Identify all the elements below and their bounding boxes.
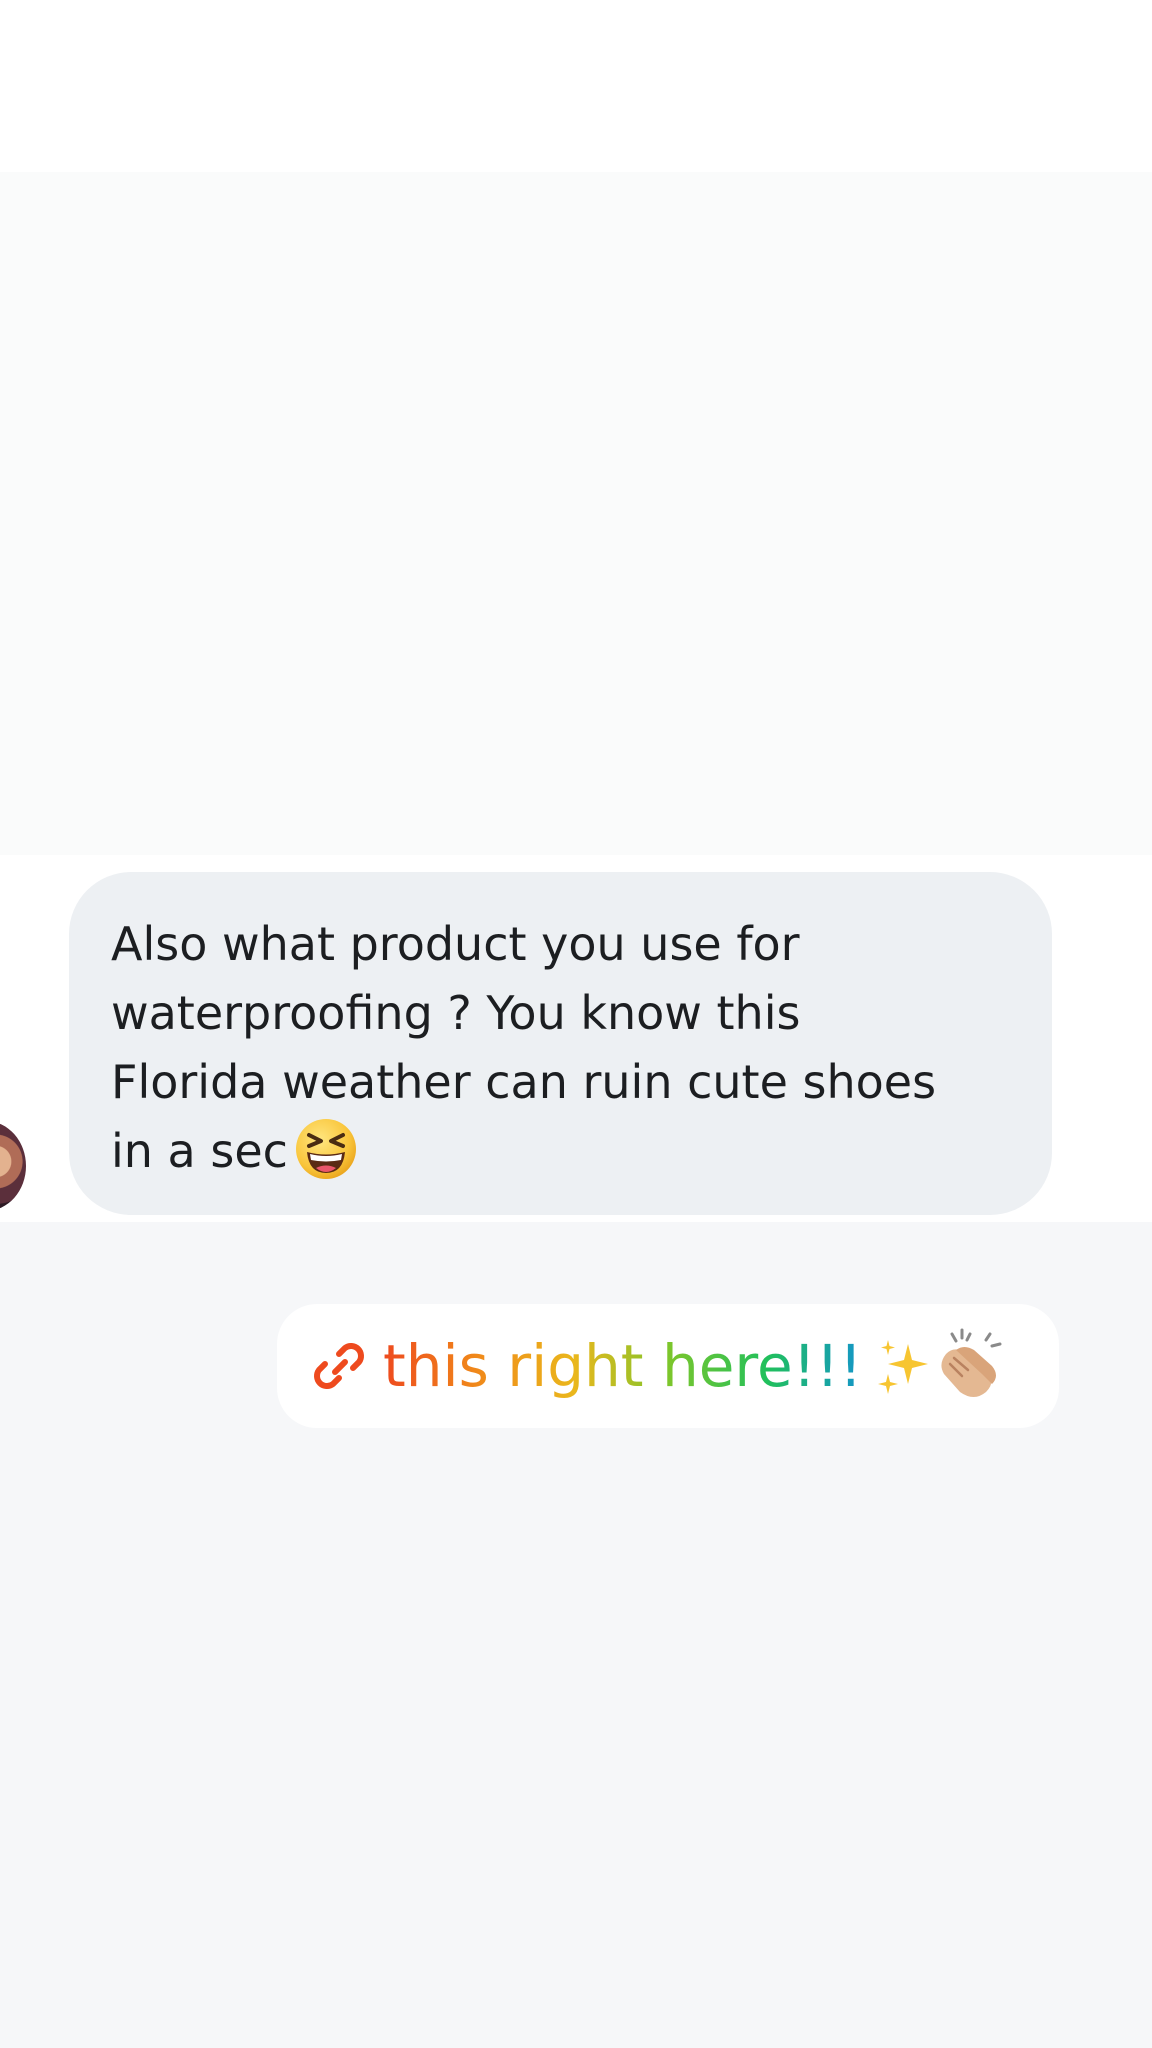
chat-empty-area <box>0 172 1152 855</box>
message-line-text: in a sec <box>111 1124 288 1178</box>
message-line: waterproofing ? You know this <box>111 986 801 1040</box>
message-line-last: in a sec <box>111 1117 1012 1186</box>
link-icon <box>314 1343 364 1389</box>
message-line: Also what product you use for <box>111 917 800 971</box>
sparkles-icon <box>878 1340 929 1394</box>
grinning-squinting-face-icon <box>295 1119 356 1179</box>
outgoing-message-text: this right here!!! <box>383 1332 863 1400</box>
message-line: Florida weather can ruin cute shoes <box>111 1055 937 1109</box>
clapping-hands-icon <box>941 1328 1002 1397</box>
top-empty-area <box>0 0 1152 172</box>
incoming-message-bubble[interactable]: Also what product you use for waterproof… <box>69 872 1052 1215</box>
outgoing-message-bubble[interactable]: this right here!!! <box>277 1304 1059 1428</box>
